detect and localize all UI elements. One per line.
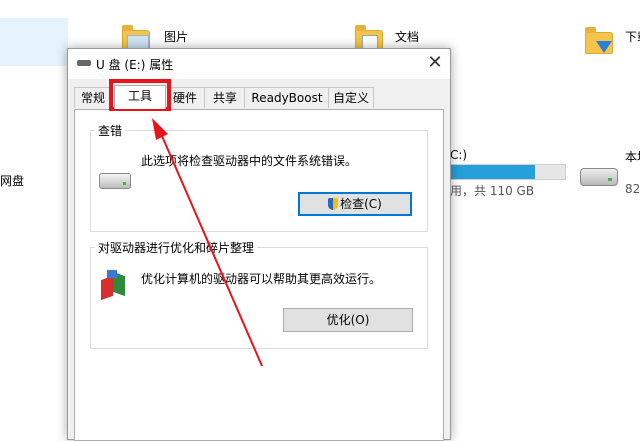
annotation-arrow xyxy=(152,118,263,367)
tab-tools[interactable]: 工具 xyxy=(114,85,166,109)
annotation-arrow-line xyxy=(161,135,263,367)
annotation-arrow-head xyxy=(152,118,168,140)
